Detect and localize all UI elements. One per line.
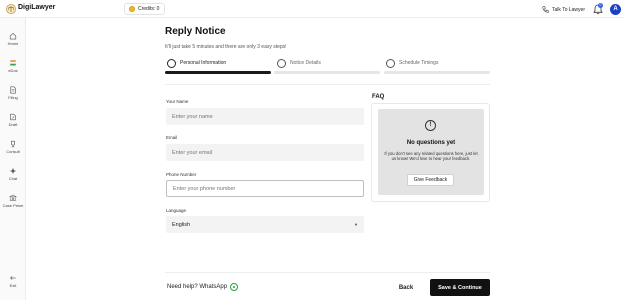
sidebar-item-home[interactable]: Home (0, 32, 26, 46)
step-radio-icon (167, 58, 176, 68)
name-label: Your Name (166, 99, 189, 104)
talk-to-lawyer-button[interactable]: Talk To Lawyer (542, 4, 585, 15)
sparkle-icon (9, 167, 17, 175)
phone-icon (542, 6, 549, 13)
avatar[interactable]: A (610, 4, 621, 15)
step-notice-details[interactable]: Notice Details (277, 58, 321, 68)
document-icon (10, 86, 16, 94)
credits-text: Credits: 0 (138, 6, 160, 12)
sidebar-item-label: Chat (8, 176, 18, 181)
step-label: Notice Details (290, 60, 321, 66)
step-radio-icon (386, 58, 395, 68)
language-value: English (172, 221, 191, 228)
exit-arrow-icon (10, 276, 16, 280)
language-label: Language (166, 208, 187, 213)
draft-icon (10, 113, 16, 121)
coin-icon (129, 6, 135, 12)
faq-empty-title: No questions yet (406, 140, 456, 146)
divider (165, 84, 490, 85)
phone-label: Phone Number (166, 172, 197, 177)
step-progress-bar-2 (274, 71, 380, 74)
sidebar-item-label: Case Prism (2, 203, 24, 208)
step-progress-bar-3 (384, 71, 490, 74)
sidebar-item-label: Filing (8, 95, 18, 100)
sidebar-item-label: eDos (8, 68, 18, 73)
step-radio-icon (277, 58, 286, 68)
sidebar-item-draft[interactable]: Draft (0, 113, 26, 127)
flag-icon (10, 60, 16, 66)
sidebar-item-label: Exit (9, 283, 17, 288)
whatsapp-help-link[interactable]: Need help? WhatsApp (167, 283, 239, 291)
sidebar-item-label: Home (7, 41, 19, 46)
home-icon (9, 33, 17, 40)
whatsapp-icon (230, 283, 239, 291)
email-input[interactable] (166, 144, 364, 161)
bank-icon (9, 194, 17, 201)
top-bar: DigiLawyer Credits: 0 Talk To Lawyer 0 A (0, 0, 624, 18)
trophy-icon (11, 140, 15, 148)
sidebar: Home eDos Filing Draft Consult Chat Case… (0, 18, 26, 300)
divider (165, 272, 490, 273)
sidebar-item-label: Draft (8, 122, 18, 127)
name-input[interactable] (166, 108, 364, 125)
sidebar-item-edos[interactable]: eDos (0, 59, 26, 73)
step-progress-bar-1 (165, 71, 271, 74)
credits-badge[interactable]: Credits: 0 (124, 3, 166, 15)
step-personal-information[interactable]: Personal Information (167, 58, 226, 68)
back-button[interactable]: Back (386, 280, 426, 295)
page-subtitle: It'll just take 5 minutes and there are … (165, 44, 287, 50)
sidebar-item-exit[interactable]: Exit (0, 274, 26, 288)
phone-input[interactable] (166, 180, 364, 197)
step-label: Personal Information (180, 60, 227, 66)
info-icon: ! (425, 120, 436, 131)
language-select[interactable]: English ▼ (166, 216, 364, 233)
faq-title: FAQ (372, 94, 385, 100)
step-label: Schedule Timings (399, 60, 439, 66)
talk-to-lawyer-label: Talk To Lawyer (552, 6, 585, 13)
brand-name: DigiLawyer (18, 4, 56, 11)
page-title: Reply Notice (165, 26, 226, 37)
sidebar-item-chat[interactable]: Chat (0, 167, 26, 181)
sidebar-item-label: Consult (6, 149, 20, 154)
chevron-down-icon: ▼ (354, 222, 358, 227)
save-continue-button[interactable]: Save & Continue (430, 279, 490, 296)
faq-empty-body: If you don't see any related questions h… (384, 151, 478, 162)
sidebar-item-filing[interactable]: Filing (0, 86, 26, 100)
notification-badge: 0 (598, 3, 603, 8)
sidebar-item-case-prism[interactable]: Case Prism (0, 194, 26, 208)
give-feedback-button[interactable]: Give Feedback (407, 174, 454, 186)
help-text: Need help? WhatsApp (167, 284, 228, 290)
step-schedule-timings[interactable]: Schedule Timings (386, 58, 438, 68)
email-label: Email (166, 135, 178, 140)
scales-logo-icon (6, 4, 16, 14)
sidebar-item-consult[interactable]: Consult (0, 140, 26, 154)
